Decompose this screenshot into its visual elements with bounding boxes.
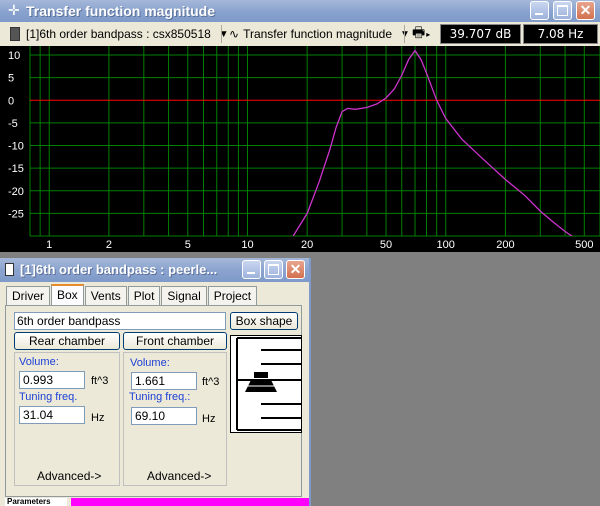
- plot-background: [0, 46, 600, 252]
- y-tick-label: -5: [8, 118, 18, 130]
- front-tuning-unit: Hz: [202, 413, 216, 425]
- minimize-button[interactable]: [242, 260, 261, 279]
- rear-chamber-button[interactable]: Rear chamber: [14, 332, 120, 350]
- print-button[interactable]: 🖶 ▸: [412, 24, 430, 44]
- graph-toolbar: [1]6th order bandpass : csx850518 ▼ ∿ Tr…: [0, 22, 600, 46]
- y-tick-label: -15: [8, 163, 24, 175]
- x-tick-label: 100: [437, 239, 455, 251]
- rear-tuning-input[interactable]: 31.04: [19, 406, 85, 424]
- rear-volume-input[interactable]: 0.993: [19, 371, 85, 389]
- tab-driver[interactable]: Driver: [6, 286, 50, 306]
- close-button[interactable]: ✕: [576, 1, 595, 20]
- x-tick-label: 5: [185, 239, 191, 251]
- rear-volume-unit: ft^3: [91, 375, 109, 387]
- tab-vents[interactable]: Vents: [84, 286, 127, 306]
- box-shape-preview: [230, 335, 302, 433]
- tab-plot[interactable]: Plot: [127, 286, 161, 306]
- front-tuning-input[interactable]: 69.10: [131, 407, 197, 425]
- y-tick-label: -10: [8, 141, 24, 153]
- maximize-button[interactable]: [553, 1, 572, 20]
- status-bar: Parameters: [5, 498, 309, 506]
- tab-project[interactable]: Project: [207, 286, 258, 306]
- x-tick-label: 20: [301, 239, 313, 251]
- graph-selector-label: Transfer function magnitude: [243, 27, 393, 41]
- minimize-button[interactable]: [530, 1, 549, 20]
- tab-signal[interactable]: Signal: [161, 286, 207, 306]
- rear-tuning-label: Tuning freq.: [19, 391, 78, 403]
- document-icon: [5, 263, 14, 276]
- x-tick-label: 500: [575, 239, 593, 251]
- db-readout: 39.707 dB: [440, 24, 521, 44]
- toolbar-separator: [221, 25, 222, 43]
- box-tab-panel: 6th order bandpass Box shape Rear chambe…: [5, 305, 302, 497]
- toolbar-separator: [404, 25, 405, 43]
- x-tick-label: 1: [46, 239, 52, 251]
- transfer-function-plot[interactable]: 1050-5-10-15-20-251 2 5 10 20 50 100 200 500: [0, 46, 600, 252]
- box-type-field[interactable]: 6th order bandpass: [14, 312, 226, 330]
- maximize-icon: [557, 5, 568, 16]
- box-parameters-window: [1]6th order bandpass : peerle... ✕ Driv…: [0, 258, 311, 506]
- tab-strip: Driver Box Vents Plot Signal Project: [6, 284, 258, 307]
- tab-box[interactable]: Box: [51, 284, 84, 307]
- x-tick-label: 200: [496, 239, 514, 251]
- maximize-icon: [268, 264, 279, 275]
- y-tick-label: 5: [8, 73, 14, 85]
- minimize-icon: [535, 13, 543, 15]
- child-titlebar[interactable]: [1]6th order bandpass : peerle... ✕: [0, 258, 309, 282]
- front-chamber-button[interactable]: Front chamber: [123, 332, 227, 350]
- graph-selector[interactable]: ∿ Transfer function magnitude ▼: [229, 24, 410, 44]
- status-parameters-label: Parameters: [5, 498, 67, 506]
- y-tick-label: -20: [8, 186, 24, 198]
- x-tick-label: 2: [106, 239, 112, 251]
- box-shape-button[interactable]: Box shape: [230, 312, 298, 330]
- front-volume-unit: ft^3: [202, 376, 220, 388]
- front-volume-label: Volume:: [130, 357, 170, 369]
- close-icon: ✕: [289, 261, 302, 277]
- project-selector[interactable]: [1]6th order bandpass : csx850518 ▼: [10, 24, 229, 44]
- hz-readout: 7.08 Hz: [523, 24, 598, 44]
- rear-volume-label: Volume:: [19, 356, 59, 368]
- y-tick-label: -25: [8, 208, 24, 220]
- project-selector-label: [1]6th order bandpass : csx850518: [26, 27, 211, 41]
- close-button[interactable]: ✕: [286, 260, 305, 279]
- status-indicator: [71, 498, 309, 506]
- x-tick-label: 50: [380, 239, 392, 251]
- front-volume-input[interactable]: 1.661: [131, 372, 197, 390]
- minimize-icon: [247, 272, 255, 274]
- y-tick-label: 0: [8, 95, 14, 107]
- bandpass-box-icon: [236, 337, 301, 431]
- maximize-button[interactable]: [264, 260, 283, 279]
- child-window-title: [1]6th order bandpass : peerle...: [20, 262, 218, 277]
- document-icon: [10, 27, 20, 41]
- waveform-icon: ∿: [229, 27, 240, 41]
- transfer-function-window: ✛ Transfer function magnitude ✕ [1]6th o…: [0, 0, 600, 252]
- rear-chamber-group: Volume: 0.993 ft^3 Tuning freq. 31.04 Hz…: [14, 352, 120, 486]
- y-tick-label: 10: [8, 50, 20, 62]
- x-tick-label: 10: [241, 239, 253, 251]
- front-tuning-label: Tuning freq.:: [129, 391, 191, 403]
- rear-advanced-link[interactable]: Advanced->: [37, 469, 101, 483]
- front-advanced-link[interactable]: Advanced->: [147, 469, 211, 483]
- main-window-title: Transfer function magnitude: [26, 3, 216, 19]
- print-arrow-icon: ▸: [426, 29, 431, 39]
- close-icon: ✕: [579, 2, 592, 18]
- front-chamber-group: Volume: 1.661 ft^3 Tuning freq.: 69.10 H…: [123, 352, 227, 486]
- crosshair-icon: ✛: [8, 2, 20, 18]
- printer-icon: 🖶: [412, 24, 426, 40]
- main-titlebar[interactable]: ✛ Transfer function magnitude ✕: [0, 0, 600, 22]
- rear-tuning-unit: Hz: [91, 412, 105, 424]
